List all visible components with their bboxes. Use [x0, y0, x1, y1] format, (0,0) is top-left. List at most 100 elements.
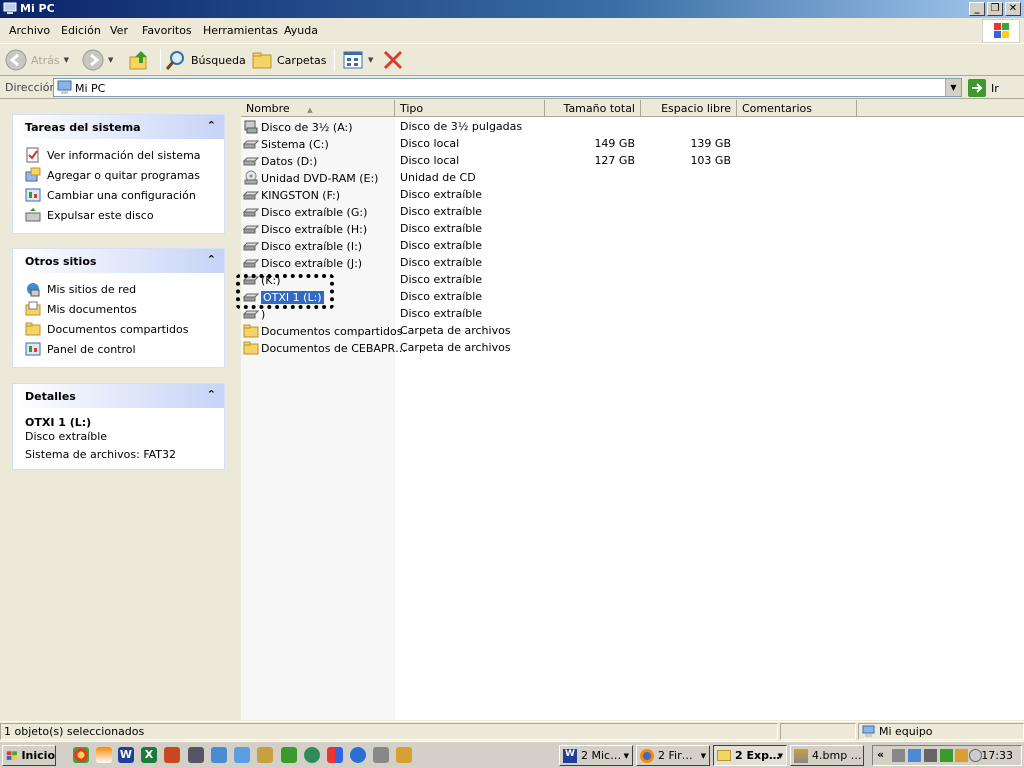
- item-name-cell: KINGSTON (F:): [243, 187, 340, 203]
- list-item[interactable]: Unidad DVD-RAM (E:) Unidad de CD: [241, 169, 1024, 186]
- address-dropdown-icon[interactable]: ▼: [945, 79, 961, 96]
- paint-icon[interactable]: [327, 747, 343, 763]
- removable-drive-icon: [243, 255, 259, 271]
- collapse-chevron-icon[interactable]: ⌃: [207, 253, 216, 266]
- tray-network-icon[interactable]: [908, 749, 921, 762]
- ie-icon[interactable]: [234, 747, 250, 763]
- restore-button[interactable]: ❐: [987, 2, 1003, 16]
- go-button[interactable]: Ir: [968, 78, 999, 98]
- task-view-system-info[interactable]: Ver información del sistema: [25, 145, 224, 165]
- tray-volume-icon[interactable]: [924, 749, 937, 762]
- list-item[interactable]: Disco extraíble (J:) Disco extraíble: [241, 254, 1024, 271]
- address-input[interactable]: Mi PC ▼: [53, 78, 962, 97]
- place-control-panel[interactable]: Panel de control: [25, 339, 224, 359]
- back-label: Atrás: [31, 53, 60, 67]
- place-network[interactable]: Mis sitios de red: [25, 279, 224, 299]
- removable-drive-icon: [243, 187, 259, 203]
- brush-icon[interactable]: [396, 747, 412, 763]
- taskbar-button-paint[interactable]: 4.bmp …: [790, 745, 864, 766]
- add-remove-programs-icon: [25, 167, 41, 182]
- tool-icon[interactable]: [373, 747, 389, 763]
- column-header-free-space[interactable]: Espacio libre: [641, 100, 737, 117]
- clock[interactable]: 17:33: [981, 749, 1013, 762]
- other-places-header[interactable]: Otros sitios ⌃: [13, 249, 224, 273]
- globe-icon[interactable]: [350, 747, 366, 763]
- list-item[interactable]: OTXI 1 (L:) Disco extraíble: [241, 288, 1024, 305]
- item-type: Carpeta de archivos: [400, 341, 511, 354]
- item-name-cell: Disco extraíble (I:): [243, 238, 362, 254]
- menu-favoritos[interactable]: Favoritos: [142, 24, 192, 37]
- list-item[interactable]: Documentos de CEBAPR… Carpeta de archivos: [241, 339, 1024, 356]
- details-header[interactable]: Detalles ⌃: [13, 384, 224, 408]
- tray-app-icon[interactable]: [955, 749, 968, 762]
- forward-dropdown-icon[interactable]: ▼: [108, 56, 113, 64]
- menu-edicion[interactable]: Edición: [61, 24, 101, 37]
- word-icon[interactable]: W: [118, 747, 134, 763]
- excel-icon[interactable]: X: [141, 747, 157, 763]
- list-item[interactable]: KINGSTON (F:) Disco extraíble: [241, 186, 1024, 203]
- control-panel-icon: [25, 342, 41, 356]
- list-item[interactable]: Datos (D:) Disco local 127 GB 103 GB: [241, 152, 1024, 169]
- powerpoint-icon[interactable]: [164, 747, 180, 763]
- list-item[interactable]: Sistema (C:) Disco local 149 GB 139 GB: [241, 135, 1024, 152]
- list-item[interactable]: Disco extraíble (I:) Disco extraíble: [241, 237, 1024, 254]
- column-header-type[interactable]: Tipo: [395, 100, 545, 117]
- list-item[interactable]: ) Disco extraíble: [241, 305, 1024, 322]
- place-shared-documents[interactable]: Documentos compartidos: [25, 319, 224, 339]
- item-name: Disco extraíble (I:): [261, 239, 363, 253]
- taskbar-button-firefox[interactable]: 2 Fir… ▼: [636, 745, 710, 766]
- collapse-chevron-icon[interactable]: ⌃: [207, 119, 216, 132]
- list-item[interactable]: Disco extraíble (G:) Disco extraíble: [241, 203, 1024, 220]
- item-name-cell: Disco extraíble (J:): [243, 255, 362, 271]
- headphones-icon[interactable]: [188, 747, 204, 763]
- status-zone: Mi equipo: [858, 723, 1024, 740]
- views-dropdown-icon[interactable]: ▼: [368, 56, 373, 64]
- minimize-button[interactable]: _: [969, 2, 985, 16]
- menu-herramientas[interactable]: Herramientas: [203, 24, 278, 37]
- delete-button[interactable]: [382, 48, 404, 72]
- list-item[interactable]: Disco de 3½ (A:) Disco de 3½ pulgadas: [241, 118, 1024, 135]
- folders-button[interactable]: Carpetas: [251, 48, 326, 72]
- archive-icon[interactable]: [257, 747, 273, 763]
- column-header-comments[interactable]: Comentarios: [737, 100, 857, 117]
- back-button[interactable]: Atrás ▼: [5, 48, 69, 72]
- title-bar: Mi PC _ ❐ ✕: [0, 0, 1024, 18]
- back-dropdown-icon[interactable]: ▼: [64, 56, 69, 64]
- close-button[interactable]: ✕: [1005, 2, 1021, 16]
- task-add-remove-programs[interactable]: Agregar o quitar programas: [25, 165, 224, 185]
- menu-ayuda[interactable]: Ayuda: [284, 24, 318, 37]
- tray-clock-icon[interactable]: [969, 749, 982, 762]
- taskbar-button-word[interactable]: W 2 Mic… ▼: [559, 745, 633, 766]
- system-tasks-header[interactable]: Tareas del sistema ⌃: [13, 115, 224, 139]
- menu-archivo[interactable]: Archivo: [9, 24, 50, 37]
- list-item[interactable]: Documentos compartidos Carpeta de archivo…: [241, 322, 1024, 339]
- up-button[interactable]: [128, 48, 150, 72]
- tray-antivirus-icon[interactable]: [940, 749, 953, 762]
- forward-button[interactable]: ▼: [82, 48, 113, 72]
- task-eject-disk[interactable]: Expulsar este disco: [25, 205, 224, 225]
- column-header-total-size[interactable]: Tamaño total: [545, 100, 641, 117]
- place-my-documents[interactable]: Mis documentos: [25, 299, 224, 319]
- tray-printer-icon[interactable]: [892, 749, 905, 762]
- column-header-name[interactable]: Nombre ▲: [241, 100, 395, 117]
- outlook-icon[interactable]: [211, 747, 227, 763]
- tray-expand-icon[interactable]: «: [877, 748, 884, 761]
- item-name: Documentos de CEBAPR…: [261, 341, 407, 355]
- spotify-icon[interactable]: [304, 747, 320, 763]
- start-button[interactable]: Inicio: [2, 745, 56, 766]
- menu-ver[interactable]: Ver: [110, 24, 128, 37]
- media-icon[interactable]: [281, 747, 297, 763]
- task-change-setting[interactable]: Cambiar una configuración: [25, 185, 224, 205]
- list-item[interactable]: (K:) Disco extraíble: [241, 271, 1024, 288]
- vlc-icon[interactable]: [96, 747, 112, 763]
- file-list[interactable]: Nombre ▲ Tipo Tamaño total Espacio libre…: [236, 100, 1024, 720]
- collapse-chevron-icon[interactable]: ⌃: [207, 388, 216, 401]
- views-button[interactable]: ▼: [342, 48, 373, 72]
- chrome-icon[interactable]: [73, 747, 89, 763]
- search-button[interactable]: Búsqueda: [165, 48, 246, 72]
- list-item[interactable]: Disco extraíble (H:) Disco extraíble: [241, 220, 1024, 237]
- word-icon: W: [563, 748, 577, 763]
- taskbar-button-explorer[interactable]: 2 Exp… ▼: [713, 745, 787, 766]
- item-name-cell: Disco extraíble (G:): [243, 204, 367, 220]
- status-zone-label: Mi equipo: [879, 725, 933, 738]
